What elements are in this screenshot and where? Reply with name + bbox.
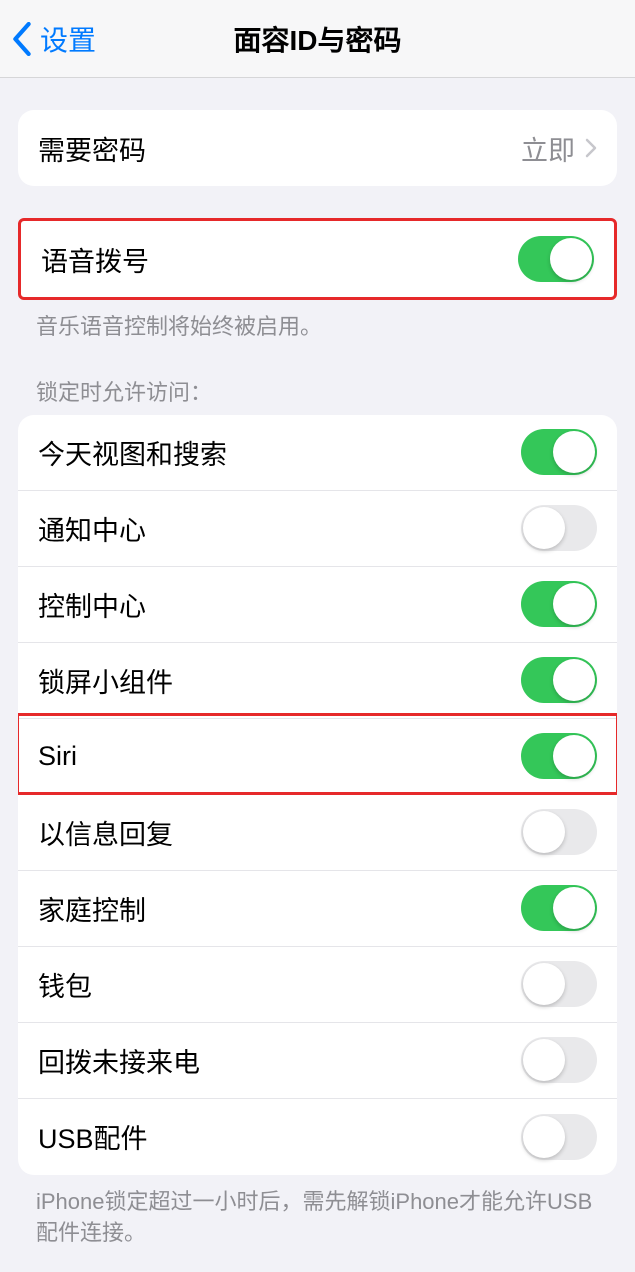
lock-access-row: USB配件 [18, 1099, 617, 1175]
chevron-right-icon [585, 138, 597, 158]
lock-access-row: 锁屏小组件 [18, 643, 617, 719]
lock-access-row: 以信息回复 [18, 795, 617, 871]
lock-access-toggle[interactable] [521, 733, 597, 779]
require-passcode-group: 需要密码 立即 [18, 110, 617, 186]
lock-access-toggle[interactable] [521, 581, 597, 627]
lock-access-row: 今天视图和搜索 [18, 415, 617, 491]
lock-access-row: 控制中心 [18, 567, 617, 643]
lock-access-label: 通知中心 [38, 509, 146, 548]
lock-access-toggle[interactable] [521, 1114, 597, 1160]
page-title: 面容ID与密码 [233, 19, 401, 59]
lock-access-row: 家庭控制 [18, 871, 617, 947]
lock-access-label: 钱包 [38, 965, 92, 1004]
lock-access-row: 回拨未接来电 [18, 1023, 617, 1099]
lock-access-row: 钱包 [18, 947, 617, 1023]
lock-access-footer: iPhone锁定超过一小时后，需先解锁iPhone才能允许USB配件连接。 [36, 1187, 599, 1249]
navigation-bar: 设置 面容ID与密码 [0, 0, 635, 78]
lock-access-toggle[interactable] [521, 505, 597, 551]
require-passcode-value: 立即 [521, 129, 575, 168]
voice-dial-row: 语音拨号 [21, 221, 614, 297]
lock-access-toggle[interactable] [521, 1037, 597, 1083]
lock-access-label: USB配件 [38, 1117, 148, 1156]
lock-access-header: 锁定时允许访问： [36, 375, 599, 407]
lock-access-toggle[interactable] [521, 885, 597, 931]
lock-access-row: 通知中心 [18, 491, 617, 567]
lock-access-toggle[interactable] [521, 657, 597, 703]
voice-dial-footer: 音乐语音控制将始终被启用。 [36, 312, 599, 343]
lock-access-toggle[interactable] [521, 961, 597, 1007]
lock-access-group: 今天视图和搜索通知中心控制中心锁屏小组件 Siri 以信息回复家庭控制钱包回拨未接来… [18, 415, 617, 1175]
lock-access-label: 今天视图和搜索 [38, 433, 227, 472]
lock-access-toggle[interactable] [521, 429, 597, 475]
chevron-left-icon [12, 22, 32, 56]
lock-access-label: Siri [38, 741, 77, 772]
lock-access-label: 以信息回复 [38, 813, 173, 852]
require-passcode-row[interactable]: 需要密码 立即 [18, 110, 617, 186]
lock-access-row: Siri [18, 719, 617, 795]
voice-dial-group: 语音拨号 [18, 218, 617, 300]
require-passcode-label: 需要密码 [38, 129, 146, 168]
lock-access-label: 家庭控制 [38, 889, 146, 928]
back-label: 设置 [40, 19, 96, 59]
voice-dial-toggle[interactable] [518, 236, 594, 282]
lock-access-label: 锁屏小组件 [38, 661, 173, 700]
lock-access-toggle[interactable] [521, 809, 597, 855]
back-button[interactable]: 设置 [12, 19, 96, 59]
voice-dial-label: 语音拨号 [41, 240, 149, 279]
lock-access-label: 控制中心 [38, 585, 146, 624]
lock-access-label: 回拨未接来电 [38, 1041, 200, 1080]
